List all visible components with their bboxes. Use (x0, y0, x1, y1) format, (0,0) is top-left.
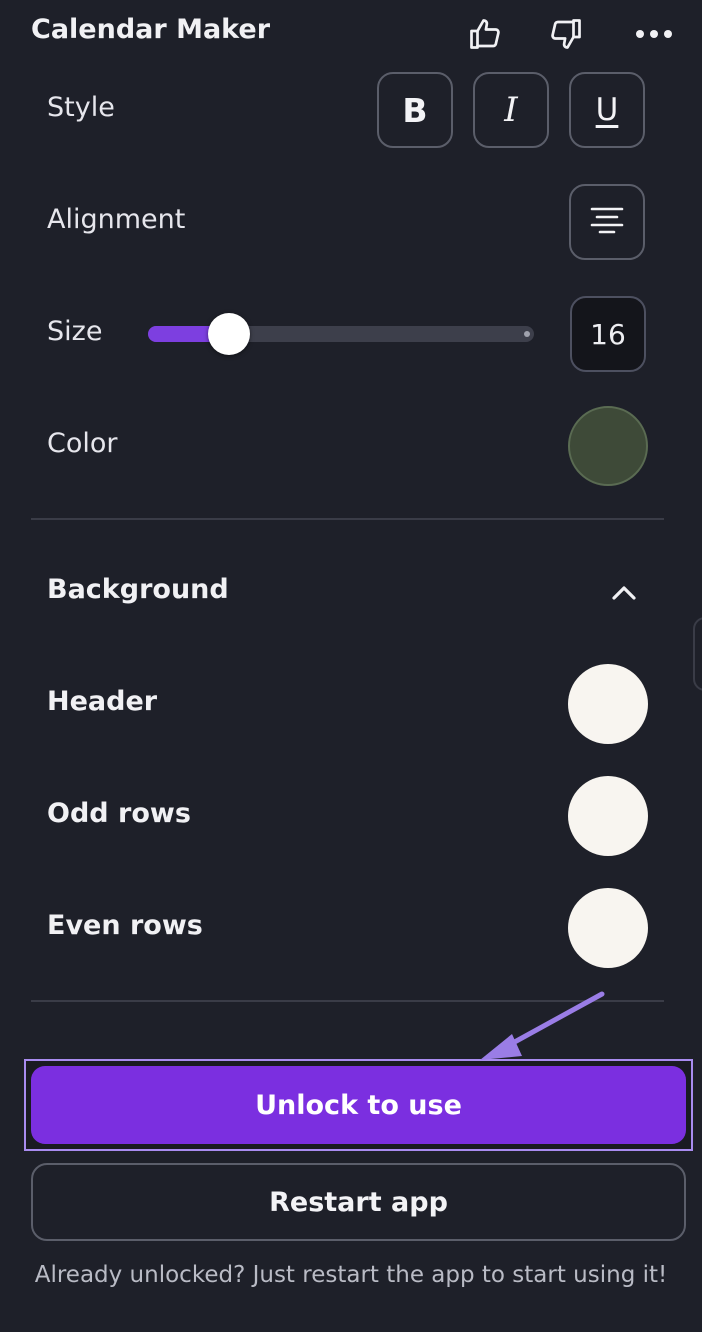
size-label: Size (47, 316, 103, 347)
align-center-icon (588, 206, 626, 238)
background-section-title: Background (47, 574, 229, 605)
bold-icon: B (402, 90, 428, 130)
bold-button[interactable]: B (377, 72, 453, 148)
thumbs-down-icon[interactable] (546, 14, 586, 54)
slider-end-dot (524, 331, 530, 337)
style-label: Style (47, 92, 115, 123)
header-color-swatch[interactable] (568, 664, 648, 744)
underline-button[interactable]: U (569, 72, 645, 148)
even-rows-color-swatch[interactable] (568, 888, 648, 968)
footer-note: Already unlocked? Just restart the app t… (34, 1262, 668, 1288)
app-panel: Calendar Maker Style B I U Alignment Siz… (0, 0, 702, 1332)
size-input[interactable]: 16 (570, 296, 646, 372)
side-panel-handle[interactable] (693, 617, 702, 691)
text-color-swatch[interactable] (568, 406, 648, 486)
even-rows-color-label: Even rows (47, 910, 203, 941)
color-label: Color (47, 428, 118, 459)
underline-icon: U (595, 92, 619, 128)
italic-icon: I (504, 90, 518, 130)
app-title: Calendar Maker (31, 14, 271, 45)
chevron-up-icon[interactable] (604, 578, 644, 608)
alignment-label: Alignment (47, 204, 186, 235)
size-slider[interactable] (148, 313, 534, 355)
pointer-arrow-icon (480, 991, 605, 1060)
alignment-button[interactable] (569, 184, 645, 260)
odd-rows-color-label: Odd rows (47, 798, 191, 829)
italic-button[interactable]: I (473, 72, 549, 148)
unlock-button[interactable]: Unlock to use (31, 1066, 686, 1144)
more-icon[interactable] (634, 14, 674, 54)
header-color-label: Header (47, 686, 158, 717)
thumbs-up-icon[interactable] (465, 14, 505, 54)
divider (31, 518, 664, 520)
restart-app-button[interactable]: Restart app (31, 1163, 686, 1241)
odd-rows-color-swatch[interactable] (568, 776, 648, 856)
size-slider-thumb[interactable] (208, 313, 250, 355)
